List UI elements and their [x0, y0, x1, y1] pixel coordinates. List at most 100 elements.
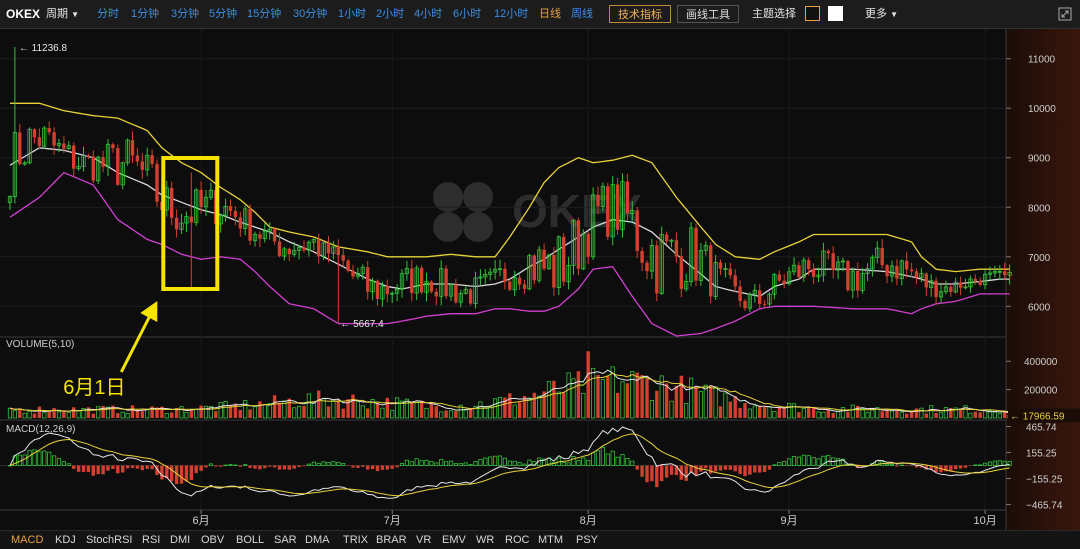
macd-histogram-bar	[664, 465, 669, 478]
tech-indicator-button[interactable]: 技术指标	[609, 5, 671, 23]
timeframe-周线[interactable]: 周线	[571, 0, 593, 29]
annotation-arrow-shaft	[119, 316, 151, 373]
volume-bar	[689, 377, 694, 419]
indicator-tab-wr[interactable]: WR	[476, 531, 494, 549]
candle-body	[811, 269, 816, 277]
volume-bar	[684, 403, 689, 419]
draw-tools-button[interactable]: 画线工具	[677, 5, 739, 23]
timeframe-1小时[interactable]: 1小时	[338, 0, 366, 29]
macd-series	[0, 426, 1012, 499]
timeframe-分时[interactable]: 分时	[97, 0, 119, 29]
timeframe-2小时[interactable]: 2小时	[376, 0, 404, 29]
macd-histogram-bar	[963, 465, 968, 468]
macd-histogram-bar	[404, 459, 410, 466]
volume-bar	[18, 408, 22, 418]
volume-bar	[454, 411, 458, 418]
volume-bar	[703, 384, 708, 419]
indicator-tab-trix[interactable]: TRIX	[343, 531, 368, 549]
macd-histogram-bar	[208, 463, 213, 466]
macd-histogram-bar	[492, 455, 498, 466]
indicator-tab-dmi[interactable]: DMI	[170, 531, 190, 549]
macd-histogram-bar	[958, 465, 963, 469]
indicator-tab-brar[interactable]: BRAR	[376, 531, 407, 549]
volume-bar	[463, 409, 468, 419]
indicator-tab-mtm[interactable]: MTM	[538, 531, 563, 549]
theme-dark-swatch[interactable]	[805, 6, 820, 21]
indicator-tab-vr[interactable]: VR	[416, 531, 431, 549]
timeframe-日线[interactable]: 日线	[539, 0, 561, 29]
indicator-tab-dma[interactable]: DMA	[305, 531, 329, 549]
macd-histogram-bar	[42, 450, 47, 466]
macd-histogram-bar	[81, 465, 86, 472]
more-label: 更多	[865, 8, 887, 20]
indicator-tab-emv[interactable]: EMV	[442, 531, 466, 549]
candle-body	[429, 281, 434, 292]
macd-histogram-bar	[488, 456, 493, 466]
indicator-tab-roc[interactable]: ROC	[505, 531, 529, 549]
indicator-tab-boll[interactable]: BOLL	[236, 531, 264, 549]
candle-body	[111, 144, 115, 149]
indicator-tab-psy[interactable]: PSY	[576, 531, 598, 549]
volume-bar	[895, 410, 899, 418]
timeframe-15分钟[interactable]: 15分钟	[247, 0, 281, 29]
volume-bar	[713, 386, 718, 419]
macd-histogram-bar	[150, 465, 154, 470]
macd-histogram-bar	[66, 463, 71, 466]
volume-bar	[218, 402, 223, 419]
candle-body	[758, 290, 762, 304]
candle-body	[18, 132, 22, 165]
indicator-tab-kdj[interactable]: KDJ	[55, 531, 76, 549]
timeframe-5分钟[interactable]: 5分钟	[209, 0, 237, 29]
indicator-tab-rsi[interactable]: RSI	[142, 531, 160, 549]
theme-light-swatch[interactable]	[828, 6, 843, 21]
volume-bar	[645, 378, 649, 418]
macd-histogram-bar	[762, 465, 767, 473]
macd-histogram-bar	[47, 451, 52, 466]
indicator-tab-obv[interactable]: OBV	[201, 531, 224, 549]
boll-mid-line	[9, 147, 1010, 298]
volume-bar	[62, 411, 66, 418]
timeframe-30分钟[interactable]: 30分钟	[293, 0, 327, 29]
volume-bar	[492, 398, 498, 419]
volume-bar	[938, 412, 944, 419]
chart-toolbar: OKEX 周期 ▼ 分时 1分钟 3分钟 5分钟 15分钟 30分钟 1小时 2小时 4小时 6小…	[0, 0, 1080, 29]
volume-bar	[145, 408, 150, 419]
indicator-tab-sar[interactable]: SAR	[274, 531, 297, 549]
timeframe-6小时[interactable]: 6小时	[453, 0, 481, 29]
candle-body	[140, 161, 144, 170]
period-dropdown[interactable]: 周期 ▼	[46, 0, 79, 29]
macd-histogram-bar	[272, 465, 277, 468]
candle-body	[552, 254, 556, 288]
volume-bar	[992, 411, 998, 419]
macd-histogram-bar	[346, 465, 350, 466]
timeframe-3分钟[interactable]: 3分钟	[171, 0, 199, 29]
fullscreen-icon[interactable]	[1058, 0, 1072, 29]
more-dropdown[interactable]: 更多 ▼	[865, 0, 898, 29]
volume-bar	[238, 409, 242, 418]
volume-bar	[630, 370, 635, 419]
volume-bar	[919, 407, 924, 419]
volume-bar	[600, 379, 606, 419]
chart-axes: 6000 7000 8000 9000 10000 11000 200000 400000 46…	[19, 43, 1080, 527]
theme-select-label: 主题选择	[752, 8, 796, 20]
candle-body	[135, 155, 140, 162]
macd-histogram-bar	[507, 460, 512, 466]
indicator-tab-stochrsi[interactable]: StochRSI	[86, 531, 132, 549]
volume-bar	[444, 410, 448, 418]
timeframe-12小时[interactable]: 12小时	[494, 0, 528, 29]
candle-body	[326, 242, 331, 254]
candle-body	[728, 268, 732, 276]
volume-bar	[905, 413, 909, 418]
indicator-tab-macd[interactable]: MACD	[11, 531, 43, 549]
time-tick-label: 10月	[973, 515, 996, 527]
macd-histogram-bar	[116, 465, 120, 474]
volume-bar	[679, 375, 683, 418]
chart-area[interactable]: OKEX 60007000800090001000011000200000400…	[0, 29, 1080, 530]
timeframe-4小时[interactable]: 4小时	[414, 0, 442, 29]
macd-histogram-bar	[743, 465, 747, 477]
macd-histogram-bar	[140, 465, 144, 471]
timeframe-1分钟[interactable]: 1分钟	[131, 0, 159, 29]
volume-bar	[179, 406, 184, 419]
macd-histogram-bar	[27, 450, 32, 466]
volume-bar	[410, 402, 414, 418]
